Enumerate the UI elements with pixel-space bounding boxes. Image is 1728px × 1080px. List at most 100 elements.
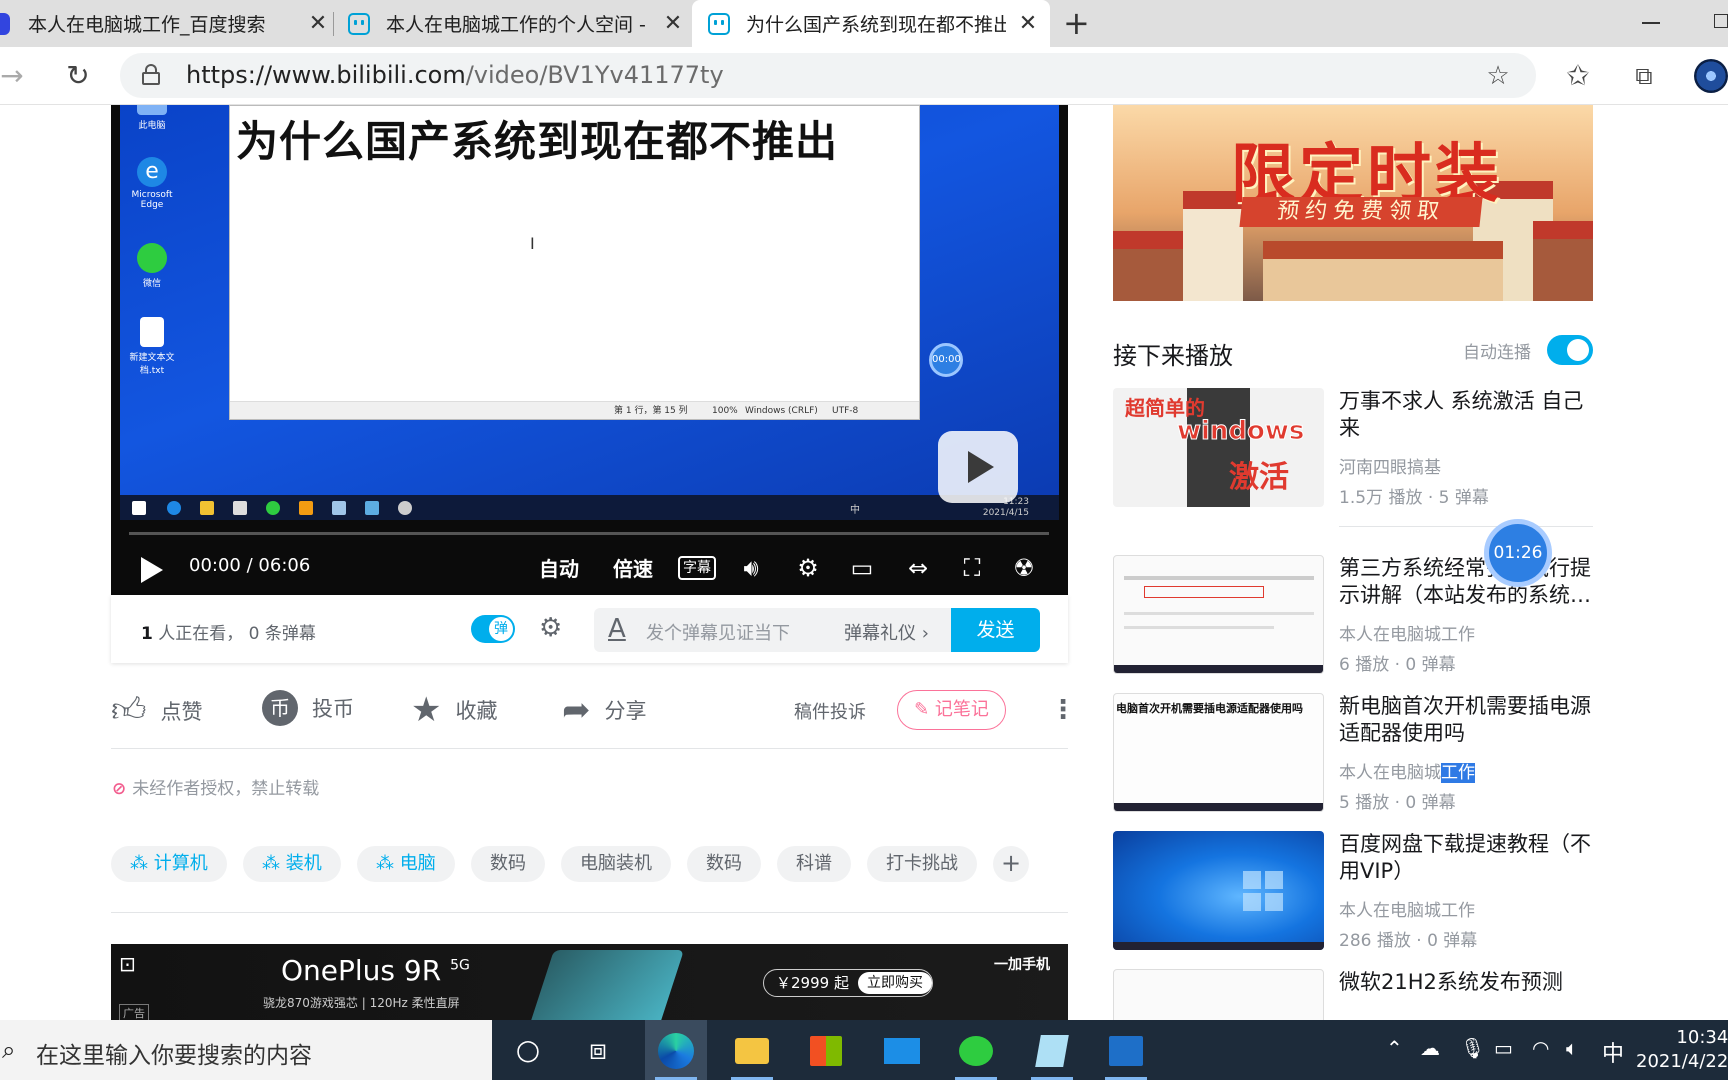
url-text[interactable]: https://www.bilibili.com/video/BV1Yv4117… [186,53,724,98]
task-view-icon[interactable]: ⧈ [567,1020,629,1080]
mail-icon[interactable] [871,1020,933,1080]
tab-user-space[interactable]: 本人在电脑城工作的个人空间 - 哔 ✕ [348,0,685,47]
tag-topic[interactable]: ⁂ 装机 [243,846,341,882]
tag[interactable]: 科谱 [777,846,851,882]
tag[interactable]: 数码 [471,846,545,882]
network-icon[interactable]: ◠ [1532,1036,1549,1060]
fullscreen-icon[interactable]: ☢ [1007,553,1041,583]
refresh-icon[interactable]: ↻ [58,56,98,96]
minimize-button[interactable] [1642,22,1660,24]
volume-icon[interactable]: 🔊︎ [734,553,768,583]
notepad-window: 为什么国产系统到现在都不推出 I 第 1 行，第 15 列 100% Windo… [229,105,920,420]
coin-button[interactable]: 币投币 [262,690,354,726]
tab-close-icon[interactable]: ✕ [661,11,685,36]
tag-topic[interactable]: ⁂ 电脑 [357,846,455,882]
tab-current-video[interactable]: 为什么国产系统到现在都不推出_ ✕ [692,0,1050,47]
notepad-icon[interactable] [1021,1020,1083,1080]
video-thumbnail[interactable] [1113,831,1324,950]
microphone-icon[interactable]: 🎙︎ [1460,1036,1485,1060]
edge-taskbar-icon[interactable] [645,1020,707,1080]
recommended-video[interactable]: 超简单的 windows 激活 万事不求人 系统激活 自己来 河南四眼搞基 1.… [1113,388,1593,508]
report-link[interactable]: 稿件投诉 [794,698,866,724]
video-title[interactable]: 万事不求人 系统激活 自己来 [1339,388,1593,442]
wechat-icon[interactable] [945,1020,1007,1080]
restore-button[interactable] [1714,14,1728,28]
web-fullscreen-icon[interactable]: ⛶ [955,553,989,583]
tab-close-icon[interactable]: ✕ [1016,11,1040,36]
tag-topic[interactable]: ⁂ 计算机 [111,846,227,882]
uploader-name[interactable]: 本人在电脑城工作 [1339,620,1475,645]
subtitle-off-icon[interactable]: 字幕 [678,556,716,580]
tag[interactable]: 电脑装机 [561,846,671,882]
danmaku-input[interactable]: A 发个弹幕见证当下 弹幕礼仪 › [594,608,951,652]
video-thumbnail[interactable]: 超简单的 windows 激活 [1113,388,1324,507]
uploader-name[interactable]: 本人在电脑城工作 [1339,758,1475,783]
danmaku-settings-icon[interactable]: ⚙ [539,613,562,643]
store-icon[interactable] [795,1020,857,1080]
photos-icon[interactable] [1095,1020,1157,1080]
favorite-button[interactable]: ★ 收藏 [411,690,497,730]
progress-bar[interactable] [129,532,1049,535]
video-thumbnail[interactable] [1113,969,1324,1020]
new-tab-button[interactable]: + [1063,4,1090,42]
tag[interactable]: 数码 [687,846,761,882]
like-button[interactable]: 👍︎ 点赞 [111,690,203,731]
ad-banner[interactable]: ⊡ OnePlus 9R 5G 骁龙870游戏强芯 | 120Hz 柔性直屏 ￥… [111,944,1068,1020]
file-explorer-icon[interactable] [721,1020,783,1080]
windows-search-box[interactable]: ⌕ 在这里输入你要搜索的内容 [0,1020,492,1080]
favorites-icon[interactable]: ✩ [1558,56,1598,96]
picture-in-picture-icon[interactable]: ▭ [845,553,879,583]
note-button[interactable]: ✎ 记笔记 [897,690,1006,730]
promo-banner[interactable]: 限定时装 预约免费领取 [1113,105,1593,301]
uploader-name[interactable]: 河南四眼搞基 [1339,453,1441,478]
forbidden-icon: ⊘ [112,779,127,799]
danmaku-etiquette-link[interactable]: 弹幕礼仪 › [844,619,929,645]
danmaku-style-icon[interactable]: A [608,614,626,644]
video-thumbnail[interactable] [1113,555,1324,674]
forward-arrow-icon[interactable]: → [0,56,32,96]
more-options-icon[interactable]: ⋮ [1050,695,1076,725]
autoplay-toggle[interactable] [1547,335,1593,365]
uploader-name[interactable]: 本人在电脑城工作 [1339,896,1475,921]
quality-button[interactable]: 自动 [539,553,579,582]
settings-gear-icon[interactable]: ⚙ [791,553,825,583]
battery-icon[interactable]: ▭ [1494,1036,1513,1060]
tab-close-icon[interactable]: ✕ [306,11,330,36]
system-clock[interactable]: 10:34 2021/4/22 [1636,1026,1728,1074]
profile-avatar[interactable] [1694,59,1728,93]
video-title[interactable]: 微软21H2系统发布预测 [1339,969,1593,996]
video-stats: 6 播放 · 0 弹幕 [1339,655,1456,675]
ime-indicator[interactable]: 中 [1602,1036,1624,1068]
share-button[interactable]: ➦ 分享 [562,690,647,730]
address-bar[interactable]: https://www.bilibili.com/video/BV1Yv4117… [120,53,1536,98]
play-icon[interactable] [141,557,163,583]
video-title[interactable]: 第三方系统经常弹窗执行提示讲解（本站发布的系统… [1339,555,1593,609]
tab-baidu-search[interactable]: 本人在电脑城工作_百度搜索 ✕ [0,0,330,47]
promo-subtitle: 预约免费领取 [1239,197,1483,227]
send-danmaku-button[interactable]: 发送 [951,608,1040,652]
video-title[interactable]: 新电脑首次开机需要插电源适配器使用吗 [1339,693,1593,747]
recommended-video[interactable]: 电脑首次开机需要插电源适配器使用吗 新电脑首次开机需要插电源适配器使用吗 本人在… [1113,693,1593,813]
volume-tray-icon[interactable]: 🔈︎ [1566,1036,1578,1060]
lock-icon[interactable] [142,64,160,85]
cortana-icon[interactable]: ○ [497,1020,559,1080]
video-player[interactable]: 此电脑 e Microsoft Edge 微信 新建文本文档.txt 为什么国产系… [111,105,1068,595]
speed-button[interactable]: 倍速 [613,553,653,582]
ad-buy-button[interactable]: 立即购买 [858,972,932,994]
recommended-video[interactable]: 微软21H2系统发布预测 [1113,969,1593,1020]
collections-icon[interactable]: ⧉ [1624,56,1664,96]
tag[interactable]: 打卡挑战 [867,846,977,882]
bilibili-play-logo-icon[interactable] [938,431,1018,503]
add-tag-button[interactable]: + [993,846,1029,882]
ad-price-pill[interactable]: ￥2999 起立即购买 [763,969,933,997]
add-favorite-star-icon[interactable]: ☆ [1478,56,1518,96]
danmaku-toggle[interactable]: 弹 [471,615,515,643]
tray-chevron-icon[interactable]: ⌃ [1386,1036,1403,1060]
recommended-video[interactable]: 百度网盘下载提速教程（不用VIP） 本人在电脑城工作 286 播放 · 0 弹幕 [1113,831,1593,951]
video-thumbnail[interactable]: 电脑首次开机需要插电源适配器使用吗 [1113,693,1324,812]
tab-title: 本人在电脑城工作的个人空间 - 哔 [386,14,651,36]
onedrive-icon[interactable]: ☁ [1420,1036,1440,1060]
coin-icon: 币 [262,690,298,726]
video-title[interactable]: 百度网盘下载提速教程（不用VIP） [1339,831,1593,885]
widescreen-icon[interactable]: ⇔ [901,553,935,583]
